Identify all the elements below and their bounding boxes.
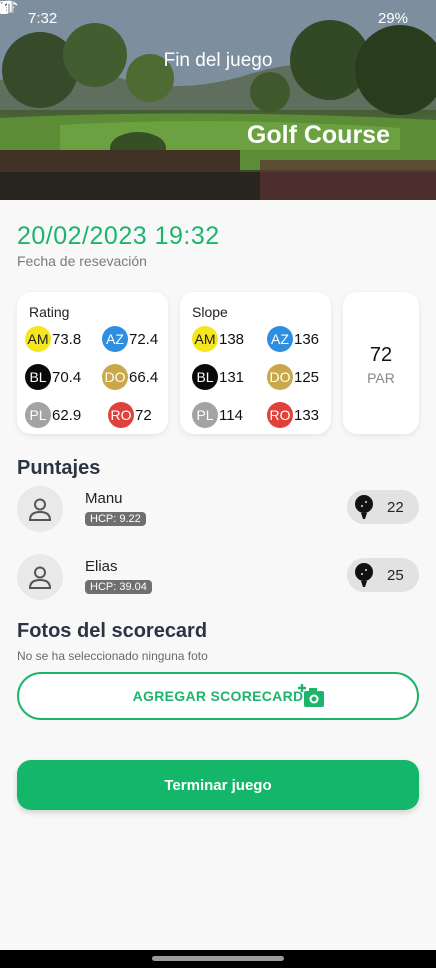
status-time: 7:32	[28, 9, 58, 27]
player-row[interactable]: Manu HCP: 9.22 22	[17, 486, 419, 536]
slope-value: 125	[294, 368, 320, 386]
rating-value: 70.4	[52, 368, 82, 386]
finish-game-label: Terminar juego	[164, 776, 272, 794]
tee-badge-am: AM	[192, 326, 218, 352]
person-icon	[28, 498, 52, 521]
no-photo-message: No se ha seleccionado ninguna foto	[17, 649, 208, 663]
rating-value: 62.9	[52, 406, 82, 424]
slope-tee-bl: BL 131	[192, 364, 244, 390]
rating-tee-az: AZ 72.4	[102, 326, 158, 352]
slope-card: Slope AM 138 AZ 136 BL 131 DO 125 PL 114…	[180, 292, 331, 434]
tee-badge-bl: BL	[192, 364, 218, 390]
person-icon	[28, 566, 52, 589]
slope-label: Slope	[192, 304, 228, 320]
tee-badge-ro: RO	[267, 402, 293, 428]
battery-percent: 29%	[377, 9, 408, 27]
system-nav-bar	[0, 950, 436, 968]
page-title: Fin del juego	[163, 50, 273, 71]
rating-value: 72.4	[129, 330, 159, 348]
course-name: Golf Course	[246, 121, 390, 149]
slope-tee-am: AM 138	[192, 326, 244, 352]
avatar	[17, 554, 63, 600]
finish-game-button[interactable]: Terminar juego	[17, 760, 419, 810]
scores-title: Puntajes	[17, 457, 101, 479]
game-date: 20/02/2023 19:32	[17, 222, 220, 250]
rating-tee-pl: PL 62.9	[25, 402, 81, 428]
slope-value: 131	[219, 368, 245, 386]
rating-tee-am: AM 73.8	[25, 326, 81, 352]
game-date-label: Fecha de resevación	[17, 253, 147, 269]
player-score: 22	[347, 490, 419, 524]
slope-tee-ro: RO 133	[267, 402, 319, 428]
golf-ball-icon	[347, 558, 381, 592]
end-game-screen: 7:32 29% Fin del juego Golf Course 20/02…	[0, 0, 436, 968]
slope-value: 114	[219, 406, 243, 424]
slope-value: 136	[294, 330, 320, 348]
slope-value: 138	[219, 330, 245, 348]
tee-badge-az: AZ	[267, 326, 293, 352]
status-bar: 7:32 29%	[0, 0, 436, 36]
tee-badge-am: AM	[25, 326, 51, 352]
battery-icon	[0, 1, 8, 14]
rating-value: 72	[135, 406, 152, 424]
rating-tee-ro: RO 72	[108, 402, 152, 428]
score-value: 25	[387, 566, 404, 584]
tee-badge-pl: PL	[25, 402, 51, 428]
slope-tee-pl: PL 114	[192, 402, 243, 428]
add-scorecard-button[interactable]: AGREGAR SCORECARD	[17, 672, 419, 720]
slope-value: 133	[294, 406, 320, 424]
tee-badge-ro: RO	[108, 402, 134, 428]
tee-badge-do: DO	[102, 364, 128, 390]
par-label: PAR	[367, 370, 395, 386]
tee-badge-pl: PL	[192, 402, 218, 428]
player-name: Manu	[85, 490, 123, 507]
par-card: 72 PAR	[343, 292, 419, 434]
home-gesture-handle[interactable]	[152, 956, 284, 961]
rating-value: 66.4	[129, 368, 159, 386]
golf-ball-icon	[347, 490, 381, 524]
tee-badge-az: AZ	[102, 326, 128, 352]
tee-badge-do: DO	[267, 364, 293, 390]
slope-tee-az: AZ 136	[267, 326, 319, 352]
course-hero-image: 7:32 29% Fin del juego Golf Course	[0, 0, 436, 200]
rating-tee-do: DO 66.4	[102, 364, 158, 390]
player-name: Elias	[85, 558, 118, 575]
slope-tee-do: DO 125	[267, 364, 319, 390]
add-scorecard-label: AGREGAR SCORECARD	[132, 688, 304, 704]
rating-tee-bl: BL 70.4	[25, 364, 81, 390]
rating-card: Rating AM 73.8 AZ 72.4 BL 70.4 DO 66.4 P…	[17, 292, 168, 434]
scorecard-title: Fotos del scorecard	[17, 620, 208, 642]
player-row[interactable]: Elias HCP: 39.04 25	[17, 554, 419, 604]
add-photo-icon	[298, 684, 324, 707]
player-hcp-badge: HCP: 9.22	[85, 512, 146, 526]
player-score: 25	[347, 558, 419, 592]
rating-value: 73.8	[52, 330, 82, 348]
player-hcp-badge: HCP: 39.04	[85, 580, 152, 594]
avatar	[17, 486, 63, 532]
par-value: 72	[369, 344, 393, 366]
tee-badge-bl: BL	[25, 364, 51, 390]
rating-label: Rating	[29, 304, 70, 320]
score-value: 22	[387, 498, 404, 516]
